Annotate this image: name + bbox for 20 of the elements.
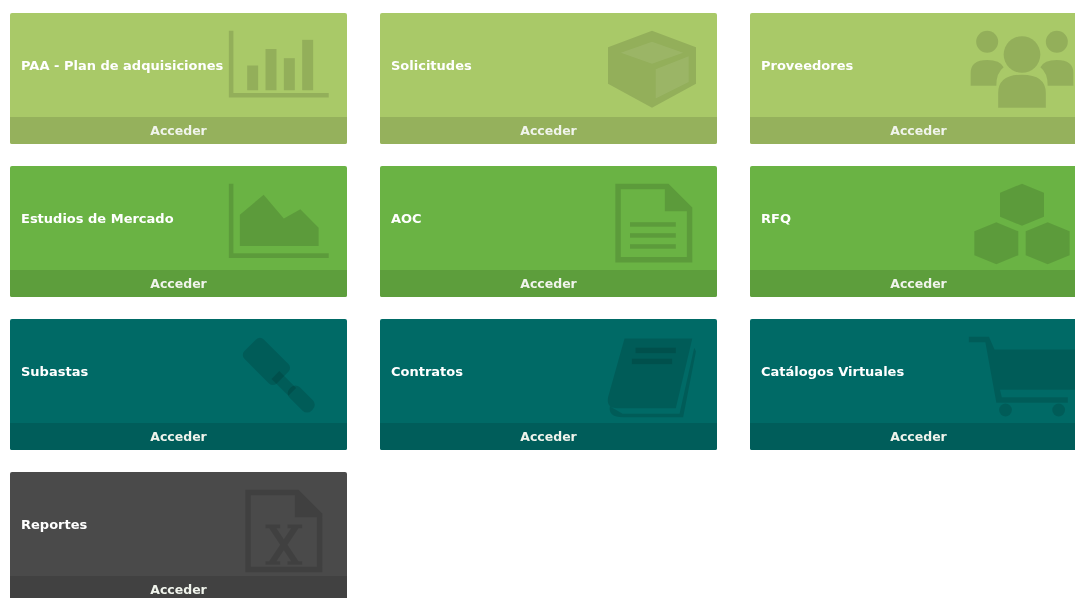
tile-title: PAA - Plan de adquisiciones [21,57,224,73]
tile-title: Estudios de Mercado [21,210,174,226]
access-link[interactable]: Acceder [520,429,577,444]
access-link[interactable]: Acceder [150,582,207,597]
access-link[interactable]: Acceder [890,429,947,444]
tile-title: Catálogos Virtuales [761,363,905,379]
access-link[interactable]: Acceder [150,429,207,444]
tile-title: AOC [391,210,422,226]
tile-title: Proveedores [761,57,854,73]
access-link[interactable]: Acceder [890,123,947,138]
access-link[interactable]: Acceder [150,276,207,291]
access-link[interactable]: Acceder [890,276,947,291]
access-link[interactable]: Acceder [150,123,207,138]
tile-title: Contratos [391,363,463,379]
tile-title: Subastas [21,363,89,379]
tile-title: RFQ [761,210,791,226]
access-link[interactable]: Acceder [520,276,577,291]
tile-title: Reportes [21,516,88,532]
tile-title: Solicitudes [391,57,472,73]
access-link[interactable]: Acceder [520,123,577,138]
